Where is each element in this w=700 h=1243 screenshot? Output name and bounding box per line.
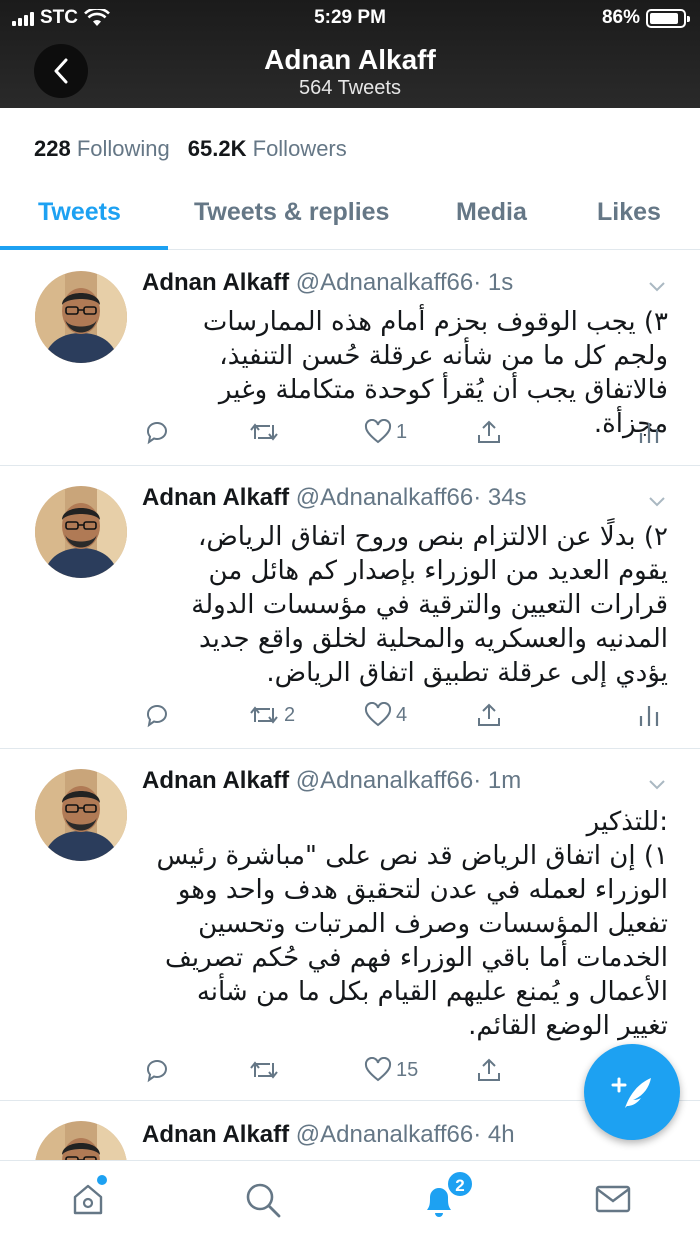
tweet-header: Adnan Alkaff @Adnanalkaff66· 4h	[142, 1121, 515, 1149]
retweet-button[interactable]: 2	[248, 702, 295, 728]
active-tab-indicator	[0, 246, 168, 250]
reply-icon	[146, 704, 167, 728]
retweet-icon	[250, 423, 278, 441]
reply-button[interactable]	[144, 1057, 174, 1083]
tweet-time: · 4h	[473, 1121, 515, 1148]
notifications-badge: 2	[446, 1170, 474, 1198]
author-handle: @Adnanalkaff66	[295, 484, 474, 511]
analytics-button[interactable]	[638, 419, 660, 445]
tweet-header: Adnan Alkaff @Adnanalkaff66· 1m	[142, 767, 521, 795]
battery-percent: 86%	[601, 7, 640, 28]
tweet-time: · 1m	[473, 767, 522, 794]
retweet-button[interactable]	[248, 419, 284, 445]
profile-tabs: Tweets Tweets & replies Media Likes	[0, 178, 700, 250]
like-button[interactable]: 15	[364, 1057, 418, 1083]
bottom-tab-bar	[0, 1160, 700, 1243]
tweet-header: Adnan Alkaff @Adnanalkaff66· 1s	[142, 269, 513, 297]
tab-tweets-and-replies[interactable]: Tweets & replies	[194, 198, 389, 227]
retweet-icon	[250, 706, 278, 724]
followers-link[interactable]: 65.2K Followers	[188, 136, 347, 162]
following-link[interactable]: 228 Following	[34, 136, 170, 162]
tab-tweets[interactable]: Tweets	[38, 198, 121, 227]
author-name[interactable]: Adnan Alkaff	[142, 1121, 289, 1148]
avatar[interactable]	[35, 769, 127, 861]
like-count: 15	[396, 1058, 419, 1081]
avatar[interactable]	[35, 271, 127, 363]
tweet-time: · 34s	[473, 484, 527, 511]
chevron-down-icon[interactable]	[648, 775, 666, 793]
battery-icon	[646, 8, 690, 28]
compose-feather-icon	[611, 1077, 651, 1108]
author-handle: @Adnanalkaff66	[295, 767, 474, 794]
analytics-icon	[639, 706, 659, 726]
author-name[interactable]: Adnan Alkaff	[142, 767, 289, 794]
profile-title: Adnan Alkaff	[264, 44, 436, 75]
share-icon	[478, 420, 500, 443]
author-handle: @Adnanalkaff66	[295, 1121, 474, 1148]
tweet-item[interactable]: Adnan Alkaff @Adnanalkaff66· 1s ٣) يجب ا…	[0, 251, 700, 466]
chevron-down-icon[interactable]	[648, 492, 666, 510]
tweet-item[interactable]: Adnan Alkaff @Adnanalkaff66· 1m :للتذكير…	[0, 749, 700, 1101]
tweet-header: Adnan Alkaff @Adnanalkaff66· 34s	[142, 484, 527, 512]
tweet-actions: 2 4	[142, 702, 672, 732]
tab-media[interactable]: Media	[456, 198, 527, 227]
tweet-count: 564 Tweets	[299, 77, 401, 99]
share-icon	[478, 703, 500, 726]
analytics-icon	[639, 423, 659, 443]
author-handle: @Adnanalkaff66	[295, 269, 474, 296]
tweet-time: · 1s	[473, 269, 514, 296]
messages-envelope-icon[interactable]	[594, 1181, 632, 1217]
navigation-header: STC 5:29 PM 86% Adnan Alkaff 564 Tweets	[0, 0, 700, 108]
author-name[interactable]: Adnan Alkaff	[142, 484, 289, 511]
home-icon[interactable]	[70, 1181, 106, 1217]
chevron-down-icon[interactable]	[648, 277, 666, 295]
home-new-content-dot	[97, 1175, 107, 1185]
analytics-button[interactable]	[638, 702, 660, 728]
tweet-text: ٢) بدلًا عن الالتزام بنص وروح اتفاق الري…	[191, 522, 668, 688]
reply-icon	[146, 1059, 167, 1083]
retweet-icon	[250, 1061, 278, 1079]
tweet-actions: 1	[142, 419, 672, 449]
follow-stats: 228 Following 65.2K Followers	[34, 136, 347, 162]
like-button[interactable]: 4	[364, 702, 407, 728]
reply-button[interactable]	[144, 419, 174, 445]
heart-icon	[364, 1057, 392, 1082]
heart-icon	[364, 419, 392, 444]
retweet-count: 2	[284, 703, 296, 726]
author-name[interactable]: Adnan Alkaff	[142, 269, 289, 296]
avatar[interactable]	[35, 1121, 127, 1161]
share-icon	[478, 1058, 500, 1081]
status-bar: STC 5:29 PM 86%	[0, 0, 700, 36]
clock: 5:29 PM	[314, 7, 386, 28]
compose-tweet-button[interactable]	[584, 1044, 680, 1140]
like-button[interactable]: 1	[364, 419, 407, 445]
retweet-button[interactable]	[248, 1057, 284, 1083]
reply-icon	[146, 421, 167, 445]
avatar[interactable]	[35, 486, 127, 578]
share-button[interactable]	[476, 1057, 502, 1083]
reply-button[interactable]	[144, 702, 174, 728]
tweet-text: :للتذكير ١) إن اتفاق الرياض قد نص على "م…	[156, 807, 669, 1041]
share-button[interactable]	[476, 702, 502, 728]
heart-icon	[364, 702, 392, 727]
tweet-item[interactable]: Adnan Alkaff @Adnanalkaff66· 34s ٢) بدلً…	[0, 466, 700, 749]
share-button[interactable]	[476, 419, 502, 445]
like-count: 4	[396, 703, 408, 726]
search-icon[interactable]	[244, 1181, 282, 1219]
tab-likes[interactable]: Likes	[597, 198, 661, 227]
